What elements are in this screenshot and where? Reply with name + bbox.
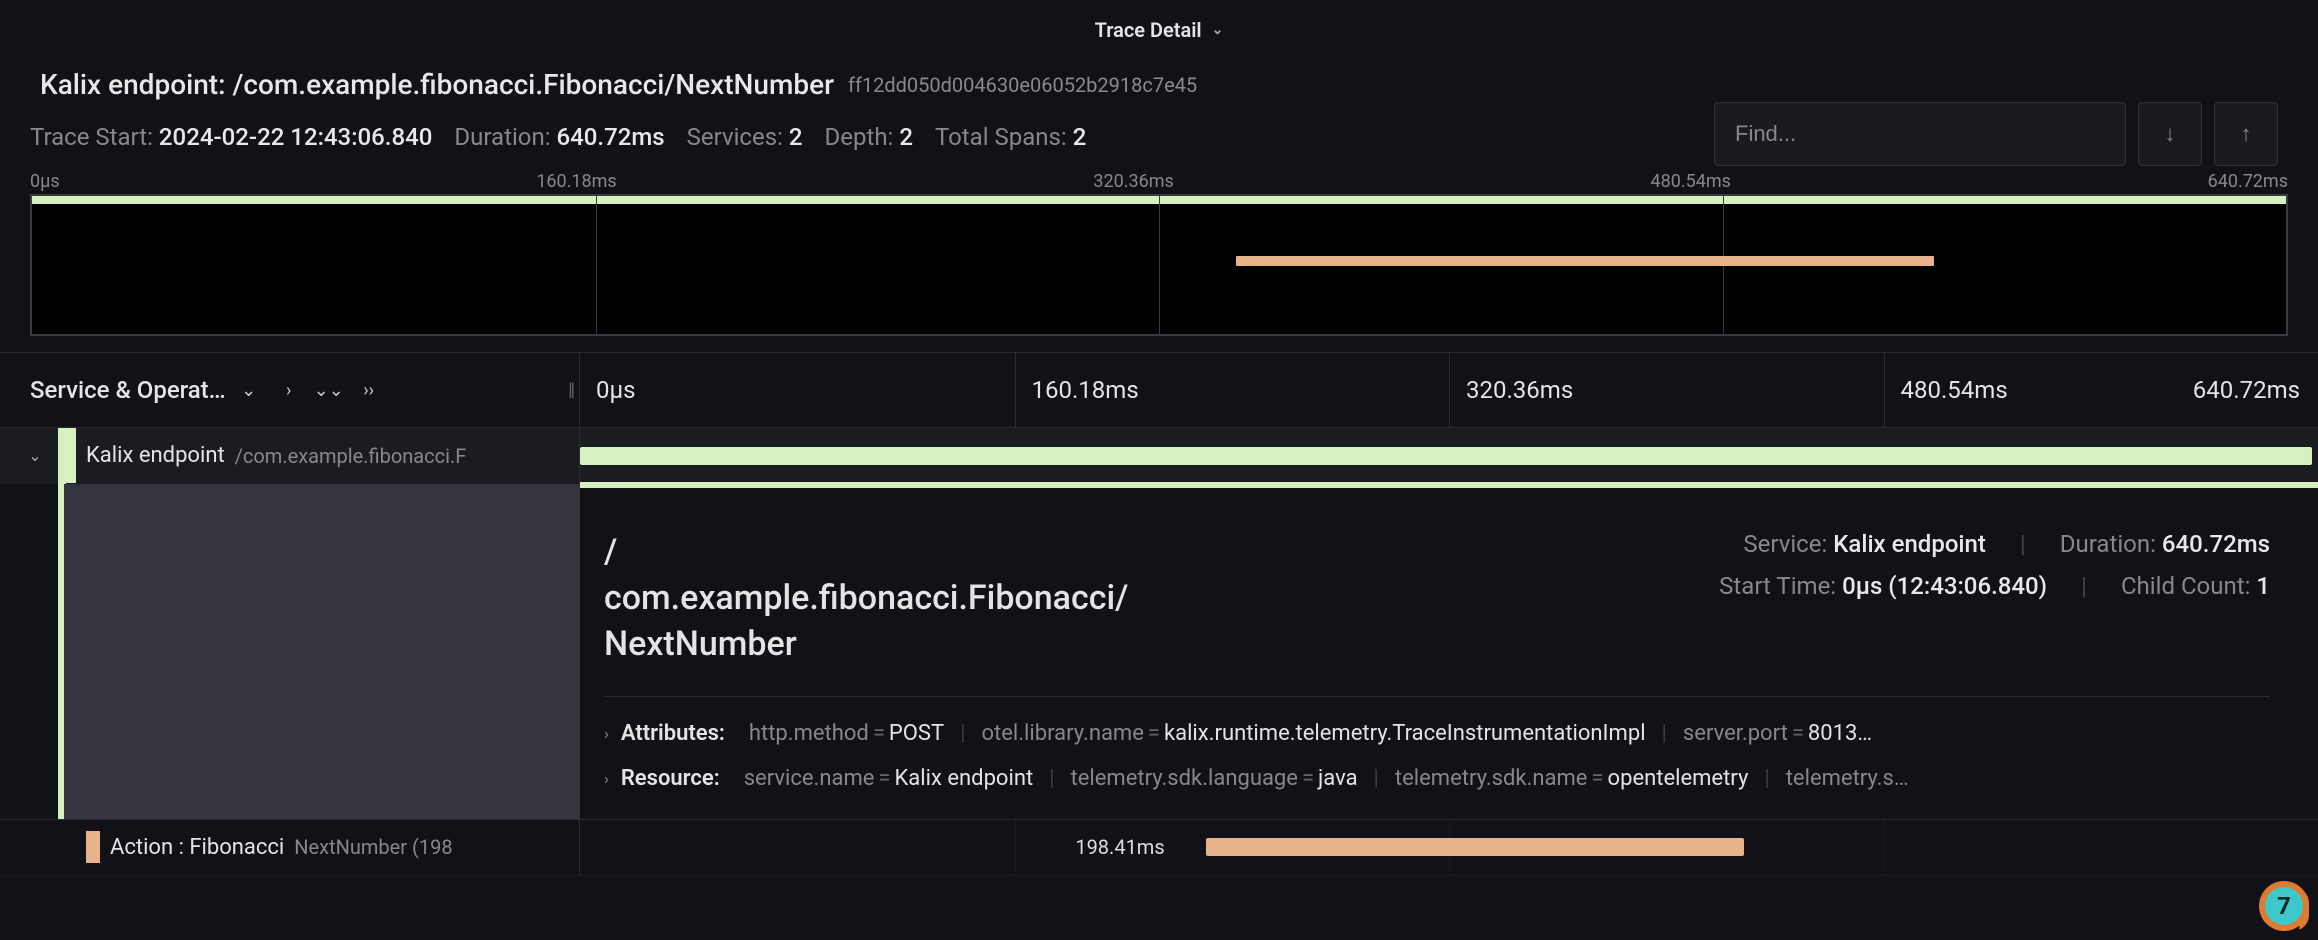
span-tree: ⌄ Kalix endpoint /com.example.fibonacci.… <box>0 428 2318 876</box>
trace-minimap[interactable] <box>30 194 2288 336</box>
chevron-down-icon: ⌄ <box>1212 22 1224 38</box>
minimap-span-bar <box>1236 256 1935 266</box>
span-service: Kalix endpoint <box>86 443 225 468</box>
resource-section[interactable]: › Resource: service.name=Kalix endpoint|… <box>604 752 2270 791</box>
services-label: Services: <box>687 123 783 151</box>
expand-level-button[interactable]: ›› <box>352 373 386 407</box>
span-operation: NextNumber (198 <box>294 835 452 859</box>
span-color-marker <box>86 831 100 863</box>
total-spans-value: 2 <box>1073 123 1087 151</box>
resource-title: Resource: <box>621 766 720 791</box>
detail-service-label: Service: <box>1743 530 1827 558</box>
total-spans-label: Total Spans: <box>935 123 1067 151</box>
kv-pair: service.name=Kalix endpoint <box>744 766 1033 791</box>
time-tick: 480.54ms <box>1884 353 2008 427</box>
detail-operation: /com.example.fibonacci.Fibonacci/NextNum… <box>604 530 1128 668</box>
depth-label: Depth: <box>825 123 894 151</box>
time-tick: 640.72ms <box>2177 353 2300 427</box>
span-row[interactable]: Action : Fibonacci NextNumber (198 198.4… <box>0 820 2318 876</box>
services-value: 2 <box>789 123 803 151</box>
minimap-tick: 0μs <box>30 171 60 192</box>
trace-title: Kalix endpoint: /com.example.fibonacci.F… <box>40 68 834 101</box>
expand-icon[interactable]: ⌄ <box>22 446 48 465</box>
span-operation: /com.example.fibonacci.F <box>235 444 467 468</box>
span-bar[interactable] <box>1206 838 1745 856</box>
detail-starttime-value: 0μs (12:43:06.840) <box>1842 572 2047 600</box>
trace-start-label: Trace Start: <box>30 123 153 151</box>
chevron-right-icon[interactable]: › <box>604 724 609 743</box>
collapse-all-button[interactable]: ⌄ <box>232 373 266 407</box>
collapse-level-button[interactable]: ⌄⌄ <box>312 373 346 407</box>
span-service: Action : Fibonacci <box>110 835 284 860</box>
service-column-header: Service & Operat… ⌄ › ⌄⌄ ›› || <box>0 353 580 427</box>
span-row[interactable]: ⌄ Kalix endpoint /com.example.fibonacci.… <box>0 428 2318 484</box>
detail-childcount-label: Child Count: <box>2121 572 2250 600</box>
duration-label: Duration: <box>454 123 550 151</box>
detail-stats: Service: Kalix endpoint | Duration: 640.… <box>1719 530 2270 600</box>
span-detail-panel: /com.example.fibonacci.Fibonacci/NextNum… <box>0 484 2318 820</box>
kv-pair: otel.library.name=kalix.runtime.telemetr… <box>982 721 1646 746</box>
minimap-tick: 160.18ms <box>536 171 616 192</box>
timeline-header: 0μs 160.18ms 320.36ms 480.54ms 640.72ms <box>580 353 2318 427</box>
chevron-right-icon[interactable]: › <box>604 769 609 788</box>
page-header[interactable]: Trace Detail ⌄ <box>0 0 2318 54</box>
span-bar[interactable] <box>580 447 2312 465</box>
detail-duration-label: Duration: <box>2060 530 2156 558</box>
expand-button[interactable]: › <box>272 373 306 407</box>
time-tick: 0μs <box>580 353 635 427</box>
kv-pair: telemetry.sdk.language=java <box>1071 766 1358 791</box>
kv-pair: telemetry.sdk.name=opentelemetry <box>1395 766 1748 791</box>
detail-duration-value: 640.72ms <box>2162 530 2270 558</box>
kv-pair: http.method=POST <box>749 721 944 746</box>
attributes-title: Attributes: <box>621 721 725 746</box>
kv-pair: telemetry.s… <box>1786 766 1909 791</box>
time-tick: 160.18ms <box>1015 353 1139 427</box>
attributes-section[interactable]: › Attributes: http.method=POST|otel.libr… <box>604 696 2270 746</box>
kv-pair: server.port=8013… <box>1683 721 1872 746</box>
find-next-button[interactable]: ↓ <box>2138 102 2202 166</box>
detail-service-value: Kalix endpoint <box>1833 530 1986 558</box>
time-tick: 320.36ms <box>1449 353 1573 427</box>
trace-id: ff12dd050d004630e06052b2918c7e45 <box>848 73 1197 97</box>
notification-badge[interactable]: 7 <box>2262 884 2306 928</box>
detail-childcount-value: 1 <box>2256 572 2270 600</box>
minimap-tick: 640.72ms <box>2208 171 2288 192</box>
trace-title-line: Kalix endpoint: /com.example.fibonacci.F… <box>0 54 2318 109</box>
minimap-ticks: 0μs 160.18ms 320.36ms 480.54ms 640.72ms <box>30 171 2288 192</box>
trace-start-value: 2024-02-22 12:43:06.840 <box>159 123 433 151</box>
span-duration-label: 198.41ms <box>1075 835 1164 859</box>
service-column-title: Service & Operat… <box>30 376 226 404</box>
column-header: Service & Operat… ⌄ › ⌄⌄ ›› || 0μs 160.1… <box>0 352 2318 428</box>
find-bar: ↓ ↑ <box>1714 102 2278 166</box>
duration-value: 640.72ms <box>557 123 665 151</box>
minimap-tick: 320.36ms <box>1093 171 1173 192</box>
minimap-tick: 480.54ms <box>1651 171 1731 192</box>
find-prev-button[interactable]: ↑ <box>2214 102 2278 166</box>
detail-starttime-label: Start Time: <box>1719 572 1836 600</box>
depth-value: 2 <box>899 123 913 151</box>
page-title: Trace Detail <box>1095 18 1202 42</box>
find-input[interactable] <box>1714 102 2126 166</box>
column-drag-handle-icon[interactable]: || <box>568 380 573 401</box>
